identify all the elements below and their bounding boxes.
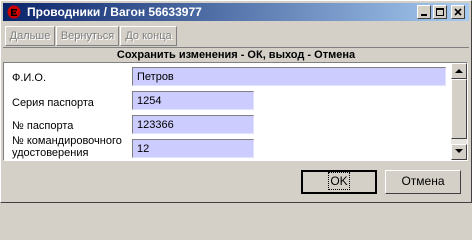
full-name-field[interactable]: Петров (132, 67, 446, 86)
passport-number-field[interactable]: 123366 (132, 115, 254, 134)
passport-number-label: № паспорта (12, 120, 74, 132)
form-panel: Ф.И.О. Петров Серия паспорта 1254 № пасп… (3, 62, 468, 161)
app-icon (7, 5, 21, 19)
go-to-end-button[interactable]: До конца (120, 26, 177, 46)
scroll-down-button[interactable] (451, 144, 467, 160)
full-name-label: Ф.И.О. (12, 72, 46, 84)
maximize-button[interactable] (433, 5, 447, 19)
dialog-footer: OK Отмена (3, 163, 469, 200)
travel-certificate-label: № командировочного удостоверения (12, 135, 122, 159)
next-button[interactable]: Дальше (5, 26, 55, 46)
back-button[interactable]: Вернуться (56, 26, 119, 46)
maximize-icon (436, 8, 444, 16)
close-icon (454, 8, 462, 16)
travel-certificate-label-line1: № командировочного (12, 135, 122, 147)
scrollbar-thumb[interactable] (451, 79, 467, 139)
navigation-toolbar: Дальше Вернуться До конца (3, 25, 469, 47)
scroll-down-arrow-icon (455, 149, 463, 153)
travel-certificate-field[interactable]: 12 (132, 139, 254, 158)
minimize-icon (421, 14, 427, 16)
scroll-up-arrow-icon (455, 69, 463, 73)
passport-series-label: Серия паспорта (12, 97, 94, 109)
ok-button[interactable]: OK (301, 170, 377, 194)
form-instructions: Сохранить изменения - ОК, выход - Отмена (3, 47, 469, 62)
scroll-up-button[interactable] (451, 63, 467, 79)
title-bar[interactable]: Проводники / Вагон 56633977 (3, 3, 469, 21)
travel-certificate-label-line2: удостоверения (12, 147, 89, 159)
passport-series-field[interactable]: 1254 (132, 91, 254, 110)
close-button[interactable] (451, 5, 465, 19)
window-title: Проводники / Вагон 56633977 (27, 5, 202, 19)
ok-button-label: OK (328, 172, 350, 190)
minimize-button[interactable] (417, 5, 431, 19)
vertical-scrollbar[interactable] (451, 63, 467, 160)
dialog-window: Проводники / Вагон 56633977 Дальше Верну… (0, 0, 472, 203)
cancel-button[interactable]: Отмена (385, 170, 461, 194)
